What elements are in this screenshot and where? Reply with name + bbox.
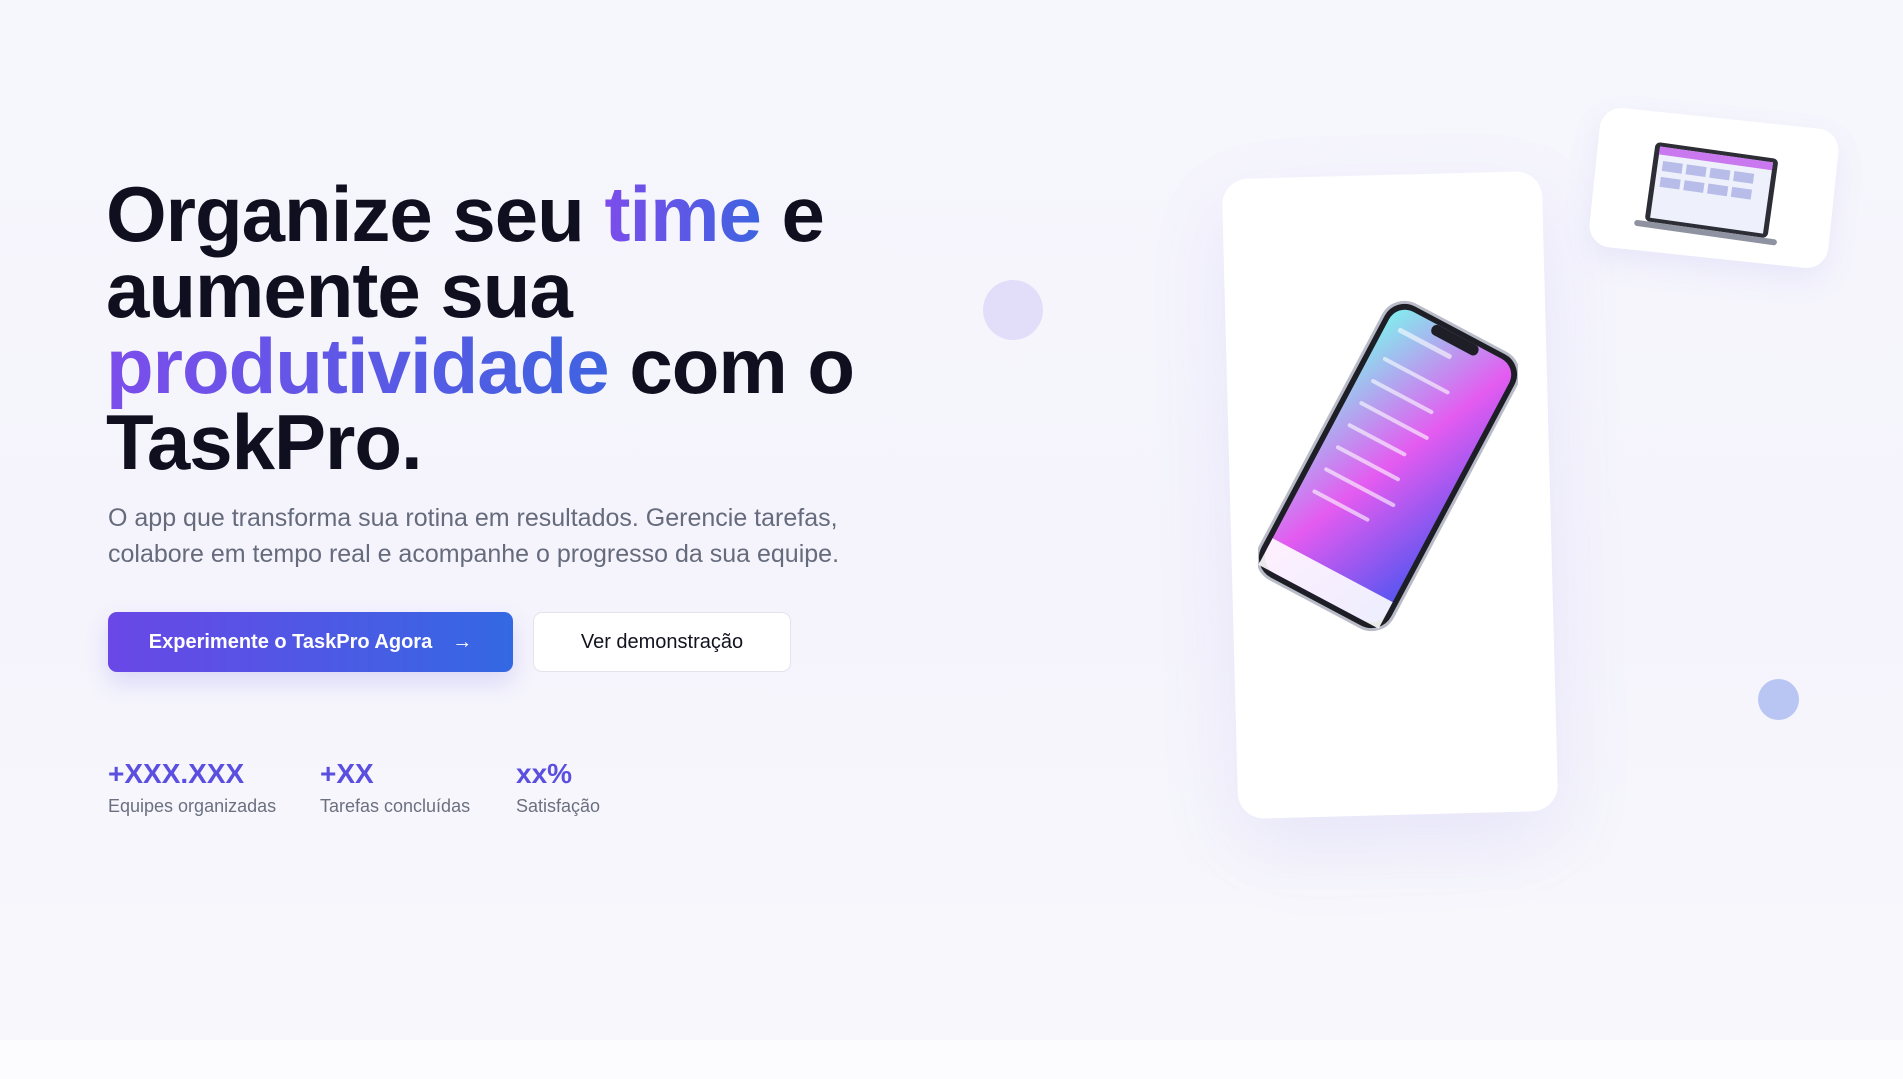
decorative-circle	[1758, 679, 1799, 720]
arrow-right-icon: →	[452, 630, 473, 653]
stat-value: +XXX.XXX	[108, 758, 245, 789]
try-taskpro-label: Experimente o TaskPro Agora	[148, 630, 433, 653]
section-divider	[0, 1040, 1903, 1079]
try-taskpro-button[interactable]: Experimente o TaskPro Agora →	[108, 612, 513, 672]
stat-tasks: +XX Tarefas concluídas	[320, 756, 470, 820]
phone-mockup-image	[1258, 300, 1518, 632]
stat-satisfaction: xx% Satisfação	[516, 756, 600, 820]
view-demo-button[interactable]: Ver demonstração	[533, 612, 791, 672]
stat-value: xx%	[516, 758, 573, 789]
hero-headline: Organize seu time e aumente sua produtiv…	[106, 175, 966, 481]
headline-highlight-time: time	[604, 170, 762, 258]
laptop-mockup-image	[1634, 142, 1778, 246]
stat-label: Tarefas concluídas	[320, 796, 471, 816]
hero-subtitle: O app que transforma sua rotina em resul…	[108, 504, 840, 568]
view-demo-label: Ver demonstração	[580, 630, 744, 653]
decorative-circle	[983, 280, 1043, 340]
headline-highlight-produtividade: produtividade	[106, 322, 610, 410]
stat-value: +XX	[320, 758, 374, 789]
stat-teams: +XXX.XXX Equipes organizadas	[108, 756, 276, 820]
stat-label: Equipes organizadas	[108, 796, 277, 816]
headline-text-1: Organize seu	[106, 170, 605, 258]
stat-label: Satisfação	[516, 796, 601, 816]
